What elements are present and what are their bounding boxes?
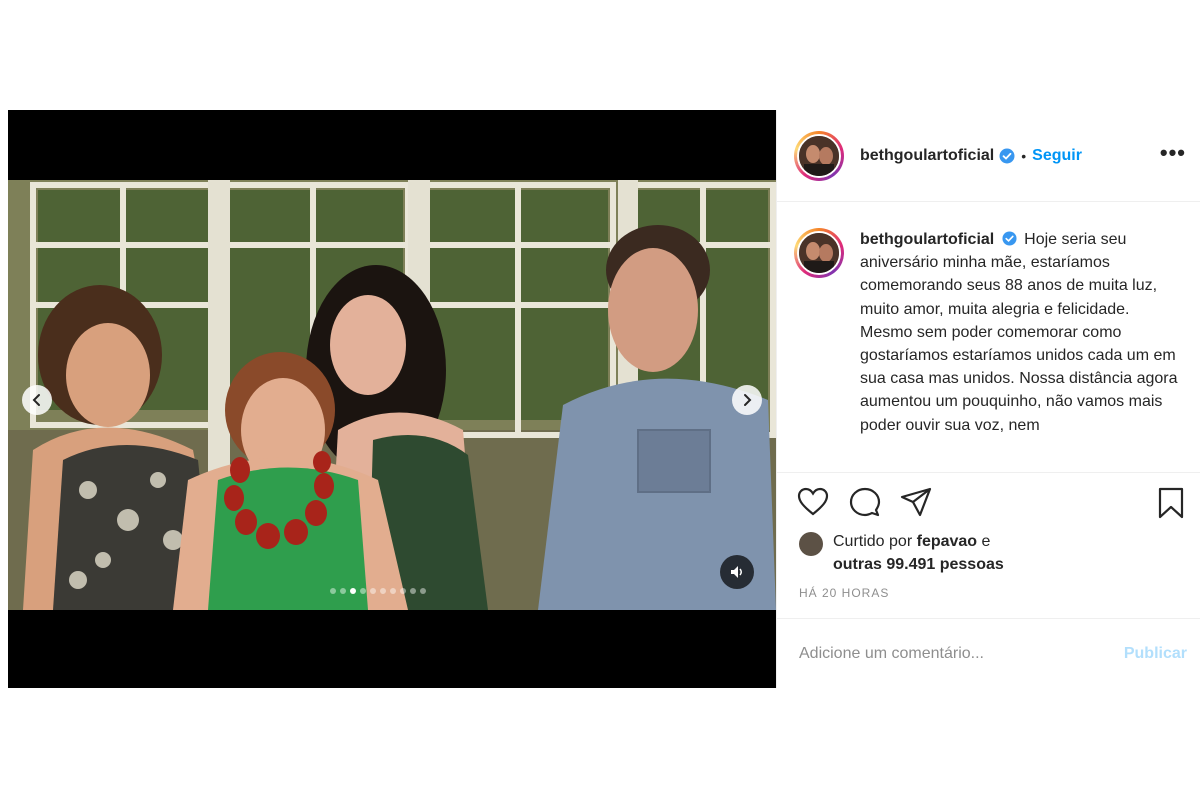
post-video[interactable] [8,180,776,610]
carousel-dot [400,588,406,594]
post-header: bethgoulartoficial • Seguir ••• [777,110,1200,202]
sound-toggle-button[interactable] [720,555,754,589]
post-actions [777,472,1200,532]
comment-bar: Adicione um comentário... Publicar [777,618,1200,688]
carousel-dot [420,588,426,594]
post-caption: bethgoulartoficial Hoje seria seu aniver… [794,228,1194,470]
carousel-dot [360,588,366,594]
verified-icon [999,148,1015,163]
share-icon[interactable] [900,487,932,517]
caption-body: Hoje seria seu aniversário minha mãe, es… [860,231,1178,434]
chevron-left-icon [32,394,40,406]
post-timestamp[interactable]: HÁ 20 HORAS [799,586,889,600]
carousel-dot [340,588,346,594]
carousel-indicator [330,588,426,594]
bookmark-icon[interactable] [1157,487,1185,519]
avatar [797,231,841,275]
post-side-panel: bethgoulartoficial • Seguir ••• bethgoul… [776,110,1200,688]
video-frame [8,180,776,610]
next-button[interactable] [732,385,762,415]
carousel-dot [380,588,386,594]
avatar-story-ring[interactable] [794,130,844,181]
avatar-image [799,135,839,176]
chevron-right-icon [744,394,752,406]
instagram-post: bethgoulartoficial • Seguir ••• bethgoul… [8,110,1200,688]
follow-button[interactable]: Seguir [1032,147,1082,165]
previous-button[interactable] [22,385,52,415]
avatar-image [799,233,839,273]
comment-input[interactable]: Adicione um comentário... [799,645,1124,663]
liker-username[interactable]: fepavao [917,533,977,550]
carousel-dot [410,588,416,594]
post-media [8,110,776,688]
caption-username[interactable]: bethgoulartoficial [860,231,994,248]
caption-avatar-ring[interactable] [794,228,844,278]
carousel-dot [350,588,356,594]
carousel-dot [390,588,396,594]
carousel-dot [330,588,336,594]
liker-avatar[interactable] [799,532,823,556]
caption-text: bethgoulartoficial Hoje seria seu aniver… [860,228,1180,470]
carousel-dot [370,588,376,594]
likes-text: Curtido por fepavao e outras 99.491 pess… [833,530,1004,576]
speaker-icon [731,566,742,578]
separator-dot: • [1021,147,1027,164]
likes-summary: Curtido por fepavao e outras 99.491 pess… [799,530,1004,576]
comment-icon[interactable] [849,487,881,519]
username-link[interactable]: bethgoulartoficial [860,147,994,165]
likes-conjunction: e [981,533,991,550]
heart-icon[interactable] [797,487,829,517]
avatar [797,133,841,178]
likes-count-link[interactable]: outras 99.491 pessoas [833,556,1004,573]
more-options-button[interactable]: ••• [1160,140,1186,166]
verified-icon [1002,231,1017,246]
publish-button[interactable]: Publicar [1124,645,1187,663]
likes-prefix: Curtido por [833,533,913,550]
